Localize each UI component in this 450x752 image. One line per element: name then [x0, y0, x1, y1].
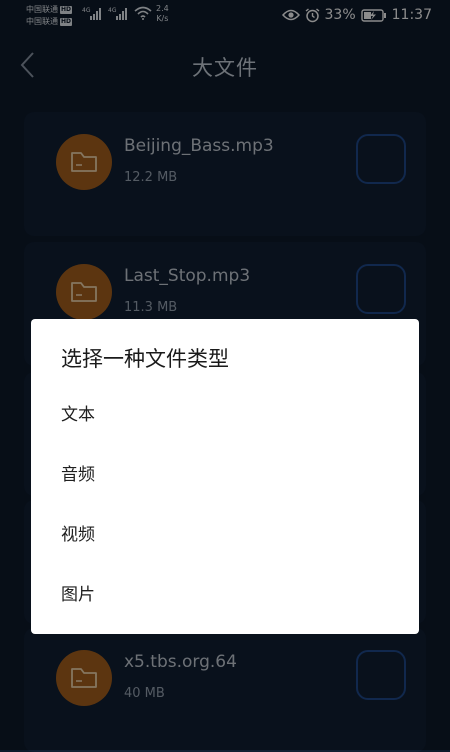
option-text[interactable]: 文本	[61, 395, 401, 435]
option-image[interactable]: 图片	[61, 575, 401, 615]
file-type-dialog: 选择一种文件类型 文本 音频 视频 图片	[31, 319, 419, 634]
option-audio[interactable]: 音频	[61, 455, 401, 495]
dialog-title: 选择一种文件类型	[61, 347, 229, 371]
option-video[interactable]: 视频	[61, 515, 401, 555]
